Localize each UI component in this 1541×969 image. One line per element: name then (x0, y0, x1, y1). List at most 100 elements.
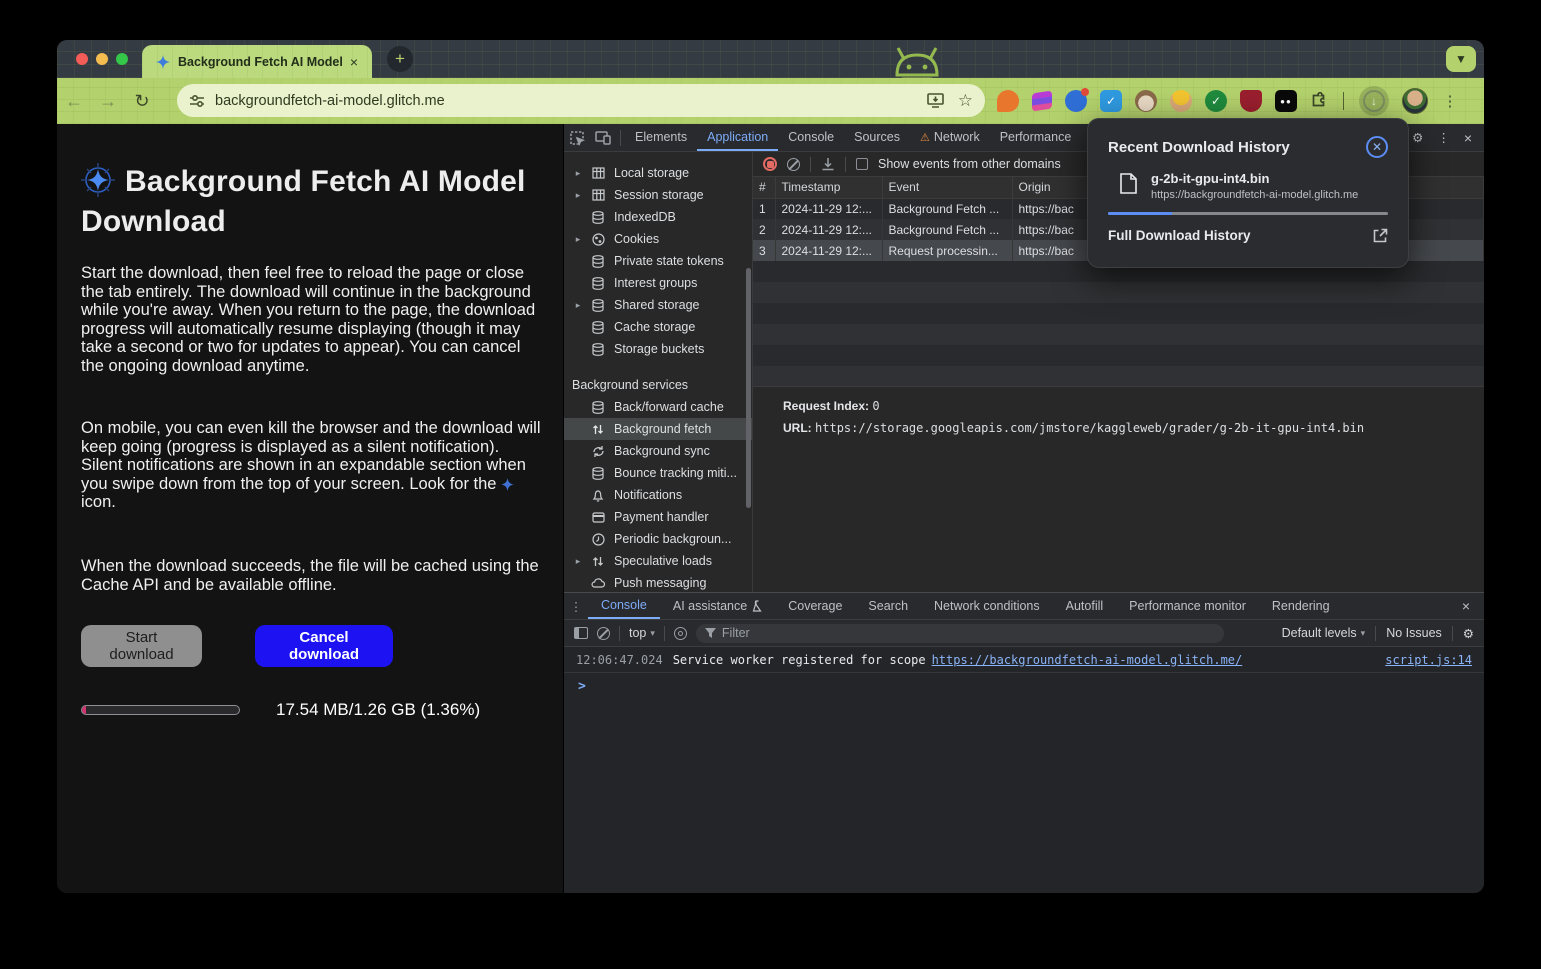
sidebar-item-background-fetch[interactable]: Background fetch (564, 418, 752, 440)
chevron-right-icon[interactable]: ▸ (572, 168, 584, 179)
tab-elements[interactable]: Elements (625, 124, 697, 151)
site-settings-icon[interactable] (189, 94, 205, 108)
ext-icon-dark-reader[interactable]: ●● (1275, 90, 1297, 112)
devtools-settings-gear-icon[interactable]: ⚙ (1412, 130, 1423, 145)
console-sidebar-toggle-icon[interactable] (574, 627, 588, 639)
device-toolbar-icon[interactable] (590, 131, 616, 145)
url-text[interactable]: backgroundfetch-ai-model.glitch.me (215, 93, 927, 109)
sidebar-scrollbar[interactable] (746, 268, 751, 508)
ext-icon-password-keys[interactable] (1065, 90, 1087, 112)
sidebar-item-shared-storage[interactable]: ▸Shared storage (564, 294, 752, 316)
sidebar-item-notifications[interactable]: Notifications (564, 484, 752, 506)
reload-icon[interactable]: ↻ (125, 91, 159, 112)
chevron-right-icon[interactable]: ▸ (572, 234, 584, 245)
zoom-window-button[interactable] (116, 53, 128, 65)
downloads-toolbar-button[interactable]: ↓ (1359, 86, 1389, 116)
console-prompt-chevron[interactable]: > (564, 673, 1484, 694)
col-number[interactable]: # (753, 177, 775, 198)
start-download-button[interactable]: Start download (81, 625, 202, 667)
full-download-history-link[interactable]: Full Download History (1108, 228, 1251, 243)
col-event[interactable]: Event (882, 177, 1012, 198)
sidebar-item-indexeddb[interactable]: IndexedDB (564, 206, 752, 228)
external-link-icon[interactable] (1373, 228, 1388, 243)
drawer-close-icon[interactable]: × (1462, 598, 1484, 614)
clear-events-icon[interactable] (787, 158, 800, 171)
default-levels-dropdown[interactable]: Default levels▾ (1282, 626, 1366, 640)
sidebar-item-periodic-background-sync[interactable]: Periodic backgroun... (564, 528, 752, 550)
console-drawer: ⋮ Console AI assistance Coverage Search … (564, 592, 1484, 893)
tab-console[interactable]: Console (778, 124, 844, 151)
minimize-window-button[interactable] (96, 53, 108, 65)
sidebar-item-private-state-tokens[interactable]: Private state tokens (564, 250, 752, 272)
inspect-element-icon[interactable] (564, 130, 590, 146)
sidebar-item-interest-groups[interactable]: Interest groups (564, 272, 752, 294)
bookmark-star-icon[interactable]: ☆ (958, 91, 973, 111)
address-bar[interactable]: backgroundfetch-ai-model.glitch.me ☆ (177, 84, 985, 117)
drawer-menu-dots-icon[interactable]: ⋮ (564, 599, 588, 614)
browser-tab[interactable]: Background Fetch AI Model D × (142, 45, 372, 78)
sidebar-item-back-forward-cache[interactable]: Back/forward cache (564, 396, 752, 418)
sidebar-item-push-messaging[interactable]: Push messaging (564, 572, 752, 592)
sidebar-item-cache-storage[interactable]: Cache storage (564, 316, 752, 338)
context-selector[interactable]: top▾ (629, 626, 655, 640)
drawer-tab-rendering[interactable]: Rendering (1259, 593, 1343, 619)
devtools-close-icon[interactable]: × (1464, 130, 1472, 146)
sidebar-item-storage-buckets[interactable]: Storage buckets (564, 338, 752, 360)
ext-icon-green-check[interactable]: ✓ (1205, 90, 1227, 112)
tab-application[interactable]: Application (697, 124, 778, 151)
drawer-tab-coverage[interactable]: Coverage (775, 593, 855, 619)
ext-icon-orange-fox[interactable] (997, 90, 1019, 112)
install-app-icon[interactable] (927, 93, 944, 108)
clear-console-icon[interactable] (597, 627, 610, 640)
record-events-icon[interactable] (763, 157, 777, 171)
drawer-tab-search[interactable]: Search (855, 593, 921, 619)
tab-close-icon[interactable]: × (346, 54, 362, 70)
drawer-tab-console[interactable]: Console (588, 593, 660, 619)
sidebar-item-bounce-tracking[interactable]: Bounce tracking miti... (564, 462, 752, 484)
no-issues-label[interactable]: No Issues (1386, 626, 1442, 640)
sidebar-item-session-storage[interactable]: ▸Session storage (564, 184, 752, 206)
live-expression-eye-icon[interactable] (674, 627, 687, 640)
tab-sources[interactable]: Sources (844, 124, 910, 151)
save-events-icon[interactable] (821, 157, 835, 171)
ext-icon-purple-layers[interactable] (1032, 91, 1052, 112)
ext-icon-construction-worker[interactable] (1170, 90, 1192, 112)
window-chevron-down-icon[interactable]: ▼ (1446, 46, 1476, 72)
console-log-row[interactable]: 12:06:47.024 Service worker registered f… (564, 647, 1484, 673)
back-icon[interactable]: ← (57, 91, 91, 112)
console-settings-gear-icon[interactable]: ⚙ (1463, 626, 1474, 641)
ext-icon-blue-check[interactable]: ✓ (1100, 90, 1122, 112)
chevron-right-icon[interactable]: ▸ (572, 190, 584, 201)
log-source-link[interactable]: script.js:14 (1385, 653, 1472, 667)
tab-network[interactable]: ⚠Network (910, 124, 990, 151)
download-item[interactable]: g-2b-it-gpu-int4.bin https://backgroundf… (1108, 171, 1388, 201)
chevron-right-icon[interactable]: ▸ (572, 300, 584, 311)
ext-icon-monkey-face[interactable] (1135, 90, 1157, 112)
sidebar-item-payment-handler[interactable]: Payment handler (564, 506, 752, 528)
tab-performance[interactable]: Performance (990, 124, 1082, 151)
cancel-download-button[interactable]: Cancel download (255, 625, 393, 667)
col-timestamp[interactable]: Timestamp (775, 177, 882, 198)
extensions-puzzle-icon[interactable] (1310, 92, 1328, 110)
console-filter-input[interactable]: Filter (696, 624, 1224, 643)
drawer-tab-performance-monitor[interactable]: Performance monitor (1116, 593, 1259, 619)
ext-icon-red-shield[interactable] (1240, 90, 1262, 112)
chevron-right-icon[interactable]: ▸ (572, 556, 584, 567)
sidebar-item-background-sync[interactable]: Background sync (564, 440, 752, 462)
close-window-button[interactable] (76, 53, 88, 65)
log-scope-link[interactable]: https://backgroundfetch-ai-model.glitch.… (932, 653, 1243, 667)
sidebar-item-cookies[interactable]: ▸Cookies (564, 228, 752, 250)
new-tab-button[interactable]: + (387, 46, 413, 72)
forward-icon[interactable]: → (91, 91, 125, 112)
profile-avatar[interactable] (1402, 88, 1428, 114)
devtools-menu-dots-icon[interactable]: ⋮ (1437, 130, 1450, 145)
drawer-tab-autofill[interactable]: Autofill (1053, 593, 1117, 619)
sidebar-item-speculative-loads[interactable]: ▸Speculative loads (564, 550, 752, 572)
drawer-tab-ai-assistance[interactable]: AI assistance (660, 593, 775, 619)
sidebar-item-local-storage[interactable]: ▸Local storage (564, 162, 752, 184)
show-events-checkbox[interactable] (856, 158, 868, 170)
popup-close-icon[interactable]: ✕ (1366, 136, 1388, 158)
browser-menu-icon[interactable]: ⋮ (1441, 92, 1459, 110)
database-icon (590, 321, 606, 334)
drawer-tab-network-conditions[interactable]: Network conditions (921, 593, 1053, 619)
